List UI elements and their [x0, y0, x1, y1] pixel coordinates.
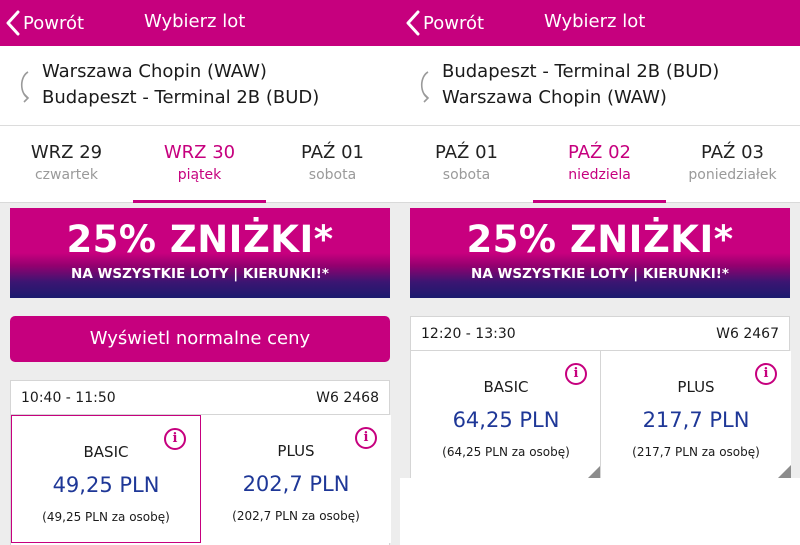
- fare-plus[interactable]: i PLUS 217,7 PLN (217,7 PLN za osobę): [601, 351, 791, 479]
- flight-time: 12:20 - 13:30: [421, 326, 516, 342]
- fare-price: 202,7 PLN: [242, 472, 350, 496]
- route-summary: Warszawa Chopin (WAW) Budapeszt - Termin…: [0, 46, 400, 126]
- booking-screens: Powrót Wybierz lot Warszawa Chopin (WAW)…: [0, 0, 800, 545]
- corner-triangle-icon: [587, 465, 601, 479]
- banner-headline: 25% ZNIŻKI*: [66, 218, 334, 261]
- show-normal-prices-button[interactable]: Wyświetl normalne ceny: [10, 316, 390, 362]
- date-tab[interactable]: PAŹ 03 poniedziałek: [666, 126, 799, 203]
- blank-area: [400, 478, 800, 545]
- weekday-label: niedziela: [568, 167, 631, 183]
- corner-triangle-icon: [777, 465, 791, 479]
- weekday-label: poniedziałek: [688, 167, 777, 183]
- back-button[interactable]: Powrót: [406, 9, 484, 37]
- date-tab-selected[interactable]: WRZ 30 piątek: [133, 126, 266, 203]
- fare-price-per-person: (217,7 PLN za osobę): [632, 445, 760, 459]
- weekday-label: sobota: [442, 167, 491, 183]
- date-selector: PAŹ 01 sobota PAŹ 02 niedziela PAŹ 03 po…: [400, 126, 800, 203]
- flight-header: 10:40 - 11:50 W6 2468: [11, 381, 389, 415]
- fare-name: BASIC: [483, 378, 529, 396]
- fare-price: 49,25 PLN: [52, 473, 160, 497]
- screen-title: Wybierz lot: [144, 11, 246, 32]
- flight-card: 10:40 - 11:50 W6 2468 i BASIC 49,25 PLN …: [10, 380, 391, 545]
- fare-price-per-person: (202,7 PLN za osobę): [232, 509, 360, 523]
- date-label: PAŹ 03: [701, 142, 764, 163]
- route-origin: Warszawa Chopin (WAW): [42, 61, 267, 82]
- fare-name: PLUS: [277, 442, 315, 460]
- back-label: Powrót: [423, 12, 485, 34]
- discount-banner[interactable]: 25% ZNIŻKI* NA WSZYSTKIE LOTY | KIERUNKI…: [10, 208, 390, 298]
- route-origin: Budapeszt - Terminal 2B (BUD): [442, 61, 720, 82]
- weekday-label: sobota: [308, 167, 357, 183]
- fare-basic[interactable]: i BASIC 64,25 PLN (64,25 PLN za osobę): [411, 351, 601, 479]
- screen-title: Wybierz lot: [544, 11, 646, 32]
- banner-subline: NA WSZYSTKIE LOTY | KIERUNKI!*: [71, 266, 329, 282]
- weekday-label: piątek: [177, 167, 222, 183]
- selected-date-indicator: [133, 200, 266, 203]
- banner-subline: NA WSZYSTKIE LOTY | KIERUNKI!*: [471, 266, 729, 282]
- flight-card: 12:20 - 13:30 W6 2467 i BASIC 64,25 PLN …: [410, 316, 791, 486]
- date-label: PAŹ 02: [568, 142, 631, 163]
- chevron-left-icon: [406, 10, 420, 36]
- banner-headline: 25% ZNIŻKI*: [466, 218, 734, 261]
- route-destination: Warszawa Chopin (WAW): [442, 87, 667, 108]
- flight-time: 10:40 - 11:50: [21, 390, 116, 406]
- fare-name: PLUS: [677, 378, 715, 396]
- top-bar: Powrót Wybierz lot: [0, 0, 400, 46]
- date-label: PAŹ 01: [301, 142, 364, 163]
- fare-price: 64,25 PLN: [452, 408, 560, 432]
- flight-number: W6 2468: [316, 390, 379, 406]
- date-label: WRZ 30: [163, 142, 236, 163]
- fare-basic[interactable]: i BASIC 49,25 PLN (49,25 PLN za osobę): [11, 415, 201, 543]
- discount-banner[interactable]: 25% ZNIŻKI* NA WSZYSTKIE LOTY | KIERUNKI…: [410, 208, 790, 298]
- date-label: WRZ 29: [30, 142, 103, 163]
- back-button[interactable]: Powrót: [6, 9, 84, 37]
- fare-price: 217,7 PLN: [642, 408, 750, 432]
- flight-header: 12:20 - 13:30 W6 2467: [411, 317, 789, 351]
- date-selector: WRZ 29 czwartek WRZ 30 piątek PAŹ 01 sob…: [0, 126, 400, 203]
- route-summary: Budapeszt - Terminal 2B (BUD) Warszawa C…: [400, 46, 800, 126]
- chevron-left-icon: [6, 10, 20, 36]
- date-label: PAŹ 01: [435, 142, 498, 163]
- back-label: Powrót: [23, 12, 85, 34]
- top-bar: Powrót Wybierz lot: [400, 0, 800, 46]
- outbound-flight-panel: Powrót Wybierz lot Warszawa Chopin (WAW)…: [0, 0, 400, 545]
- selected-date-indicator: [533, 200, 666, 203]
- date-tab[interactable]: PAŹ 01 sobota: [266, 126, 399, 203]
- route-arrow-icon: [16, 68, 34, 108]
- fare-price-per-person: (49,25 PLN za osobę): [42, 510, 170, 524]
- date-tab-selected[interactable]: PAŹ 02 niedziela: [533, 126, 666, 203]
- date-tab[interactable]: PAŹ 01 sobota: [400, 126, 533, 203]
- weekday-label: czwartek: [34, 167, 99, 183]
- date-tab[interactable]: WRZ 29 czwartek: [0, 126, 133, 203]
- fare-name: BASIC: [83, 443, 129, 461]
- fare-price-per-person: (64,25 PLN za osobę): [442, 445, 570, 459]
- return-flight-panel: Powrót Wybierz lot Budapeszt - Terminal …: [400, 0, 800, 545]
- fare-plus[interactable]: i PLUS 202,7 PLN (202,7 PLN za osobę): [201, 415, 391, 543]
- route-destination: Budapeszt - Terminal 2B (BUD): [42, 87, 320, 108]
- flight-number: W6 2467: [716, 326, 779, 342]
- route-arrow-icon: [416, 68, 434, 108]
